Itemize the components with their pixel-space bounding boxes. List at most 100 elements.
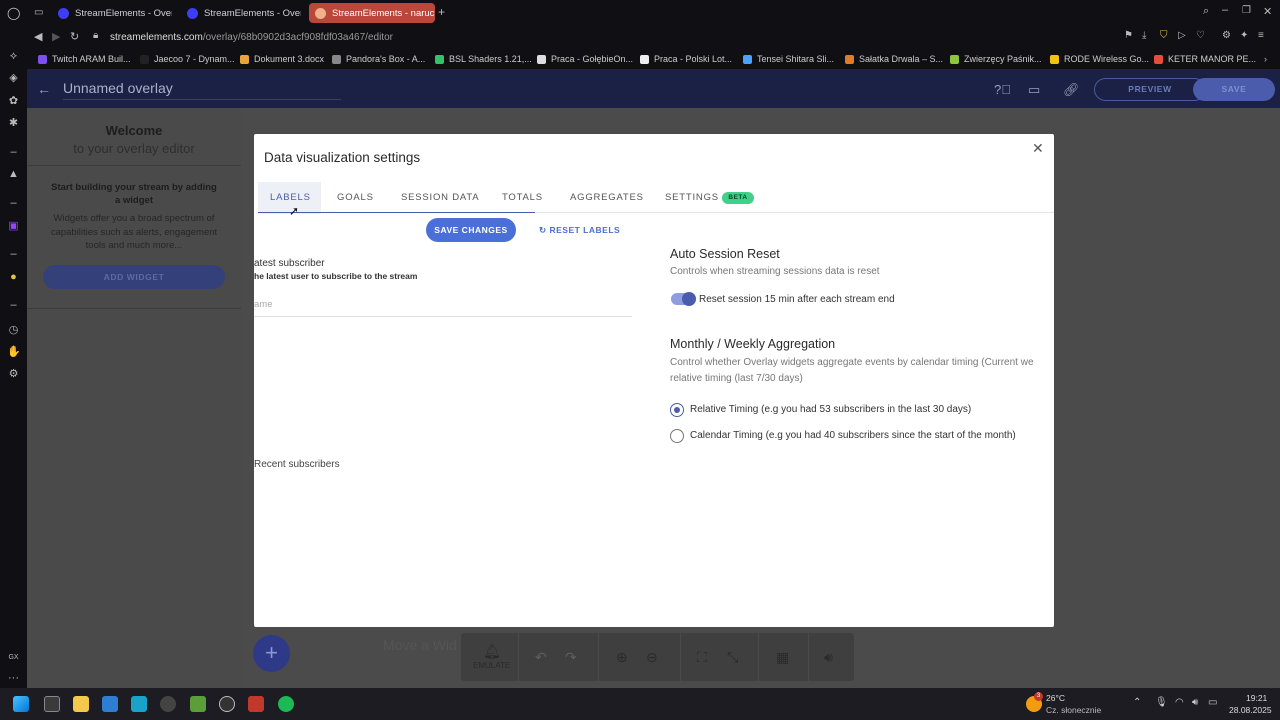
spotify-icon[interactable]: ● <box>7 271 20 284</box>
zoom-out-icon[interactable]: ⊖ <box>646 649 658 666</box>
preview-button[interactable]: PREVIEW <box>1094 78 1206 101</box>
calendar-timing-radio[interactable] <box>670 429 684 443</box>
bookmark-item[interactable]: KETER MANOR PE... <box>1154 54 1256 64</box>
weather-temperature[interactable]: 26°C <box>1046 693 1065 703</box>
bookmark-item[interactable]: RODE Wireless Go... <box>1050 54 1149 64</box>
search-icon[interactable]: ⌕ <box>1203 5 1209 18</box>
relative-timing-radio[interactable] <box>670 403 684 417</box>
bookmark-item[interactable]: Dokument 3.docx <box>240 54 324 64</box>
opera-logo-icon[interactable]: ◯ <box>7 6 20 20</box>
chevron-up-icon[interactable]: ⌃ <box>1133 697 1141 708</box>
back-icon[interactable]: ◀ <box>34 30 42 43</box>
extensions-icon[interactable]: ✦ <box>1240 30 1248 41</box>
gx-corner-icon[interactable]: ✿ <box>7 95 20 108</box>
close-icon[interactable]: ✕ <box>1032 140 1044 157</box>
voicemeeter-icon[interactable] <box>248 696 264 712</box>
latest-subscriber-name-field[interactable]: ame <box>254 299 632 317</box>
heart-icon[interactable]: ♡ <box>1196 30 1205 41</box>
microphone-icon[interactable]: 🎙︎ <box>1155 697 1168 708</box>
cleaner-icon[interactable]: ✱ <box>7 117 20 130</box>
extension-icon[interactable]: ✋ <box>7 346 21 359</box>
close-window-icon[interactable]: ✕ <box>1263 5 1272 18</box>
tab-goals[interactable]: GOALS <box>337 192 374 203</box>
back-arrow-icon[interactable]: ← <box>37 81 51 97</box>
tab-totals[interactable]: TOTALS <box>502 192 543 203</box>
grid-icon[interactable]: ▦ <box>776 649 789 666</box>
opera-gx-icon[interactable] <box>160 696 176 712</box>
settings-icon[interactable]: ⚙ <box>7 368 20 381</box>
aria-icon[interactable]: ◈ <box>7 72 20 85</box>
add-button[interactable]: + <box>253 635 290 672</box>
overlay-title[interactable]: Unnamed overlay <box>63 80 341 100</box>
bookmark-icon[interactable]: ⚑ <box>1124 30 1133 41</box>
link-icon[interactable]: 🔗︎ <box>1063 82 1080 98</box>
emulate-label[interactable]: EMULATE <box>473 661 510 670</box>
tab-settings[interactable]: SETTINGS <box>665 192 719 203</box>
undo-icon[interactable]: ↶ <box>535 649 547 666</box>
calendar-timing-label[interactable]: Calendar Timing (e.g you had 40 subscrib… <box>690 430 1016 441</box>
tab-labels[interactable]: LABELS <box>270 192 311 203</box>
bookmark-item[interactable]: BSL Shaders 1.21,... <box>435 54 532 64</box>
play-icon[interactable]: ▷ <box>1178 30 1186 41</box>
add-widget-button[interactable]: ADD WIDGET <box>43 265 225 289</box>
app-icon[interactable] <box>219 696 235 712</box>
browser-tab-active[interactable]: StreamElements - naruci <box>309 3 435 23</box>
restore-icon[interactable]: ❐ <box>1242 5 1251 16</box>
new-tab-button[interactable]: + <box>438 5 445 19</box>
spotify-icon[interactable] <box>278 696 294 712</box>
bookmark-item[interactable]: Praca - GołębieOn... <box>537 54 633 64</box>
weather-description[interactable]: Cz. słonecznie <box>1046 705 1101 715</box>
bookmark-item[interactable]: Zwierzęcy Paśnik... <box>950 54 1042 64</box>
bookmark-item[interactable]: Tensei Shitara Sli... <box>743 54 834 64</box>
wifi-icon[interactable]: ◠ <box>1175 697 1184 708</box>
shield-icon[interactable]: ⛉ <box>1160 30 1168 41</box>
clock-icon[interactable]: ◷ <box>7 324 20 337</box>
menu-icon[interactable]: ≡ <box>1258 30 1264 41</box>
file-explorer-icon[interactable] <box>73 696 89 712</box>
save-button[interactable]: SAVE <box>1193 78 1275 101</box>
bookmark-item[interactable]: Twitch ARAM Buil... <box>38 54 131 64</box>
bookmark-item[interactable]: Pandora's Box - A... <box>332 54 425 64</box>
volume-icon[interactable]: 🔊︎ <box>1192 697 1198 708</box>
monitor-icon[interactable]: ▭ <box>1028 82 1040 98</box>
bell-icon[interactable]: 🔔︎ <box>483 643 501 660</box>
bookmark-item[interactable]: Sałatka Drwala – S... <box>845 54 943 64</box>
download-icon[interactable]: ⤓ <box>1142 30 1146 41</box>
reset-labels-button[interactable]: ↻ RESET LABELS <box>539 225 620 236</box>
chevron-right-icon[interactable]: › <box>1264 54 1267 64</box>
minimize-icon[interactable]: – <box>1222 4 1228 16</box>
reload-icon[interactable]: ↻ <box>70 30 79 43</box>
volume-icon[interactable]: 🔊︎ <box>824 649 833 666</box>
minecraft-icon[interactable] <box>190 696 206 712</box>
browser-tab[interactable]: StreamElements - Overlay <box>181 3 301 23</box>
session-reset-toggle[interactable] <box>671 292 696 306</box>
forward-icon[interactable]: ▶ <box>52 30 60 43</box>
windows-start-icon[interactable] <box>13 696 29 712</box>
help-icon[interactable]: ?⃝ <box>994 82 1011 97</box>
task-view-icon[interactable] <box>44 696 60 712</box>
fullscreen-icon[interactable]: ⛶ <box>697 649 707 666</box>
twitch-icon[interactable]: ▣ <box>7 220 20 233</box>
fit-screen-icon[interactable]: ⤡ <box>727 649 738 666</box>
browser-tab[interactable]: StreamElements - Overlay <box>52 3 172 23</box>
settings-icon[interactable]: ⚙ <box>1222 30 1231 41</box>
save-changes-button[interactable]: SAVE CHANGES <box>426 218 516 242</box>
tab-aggregates[interactable]: AGGREGATES <box>570 192 644 203</box>
clock-date[interactable]: 28.08.2025 <box>1229 705 1272 715</box>
url-field[interactable]: streamelements.com/overlay/68b0902d3acf9… <box>110 32 393 43</box>
zoom-in-icon[interactable]: ⊕ <box>616 649 628 666</box>
bookmark-item[interactable]: Jaecoo 7 - Dynam... <box>140 54 235 64</box>
player-icon[interactable]: ▲ <box>7 168 20 181</box>
app-icon[interactable] <box>131 696 147 712</box>
more-icon[interactable]: ··· <box>7 672 20 685</box>
clock-time[interactable]: 19:21 <box>1246 693 1267 703</box>
bookmark-item[interactable]: Praca - Polski Lot... <box>640 54 732 64</box>
relative-timing-label[interactable]: Relative Timing (e.g you had 53 subscrib… <box>690 404 971 415</box>
tab-session-data[interactable]: SESSION DATA <box>401 192 479 203</box>
tab-islands-icon[interactable]: ▭ <box>34 7 43 18</box>
redo-icon[interactable]: ↷ <box>565 649 577 666</box>
store-icon[interactable] <box>102 696 118 712</box>
battery-icon[interactable]: ▭ <box>1208 697 1217 708</box>
gx-label[interactable]: GX <box>7 651 20 664</box>
pin-icon[interactable]: ⟡ <box>7 50 20 63</box>
